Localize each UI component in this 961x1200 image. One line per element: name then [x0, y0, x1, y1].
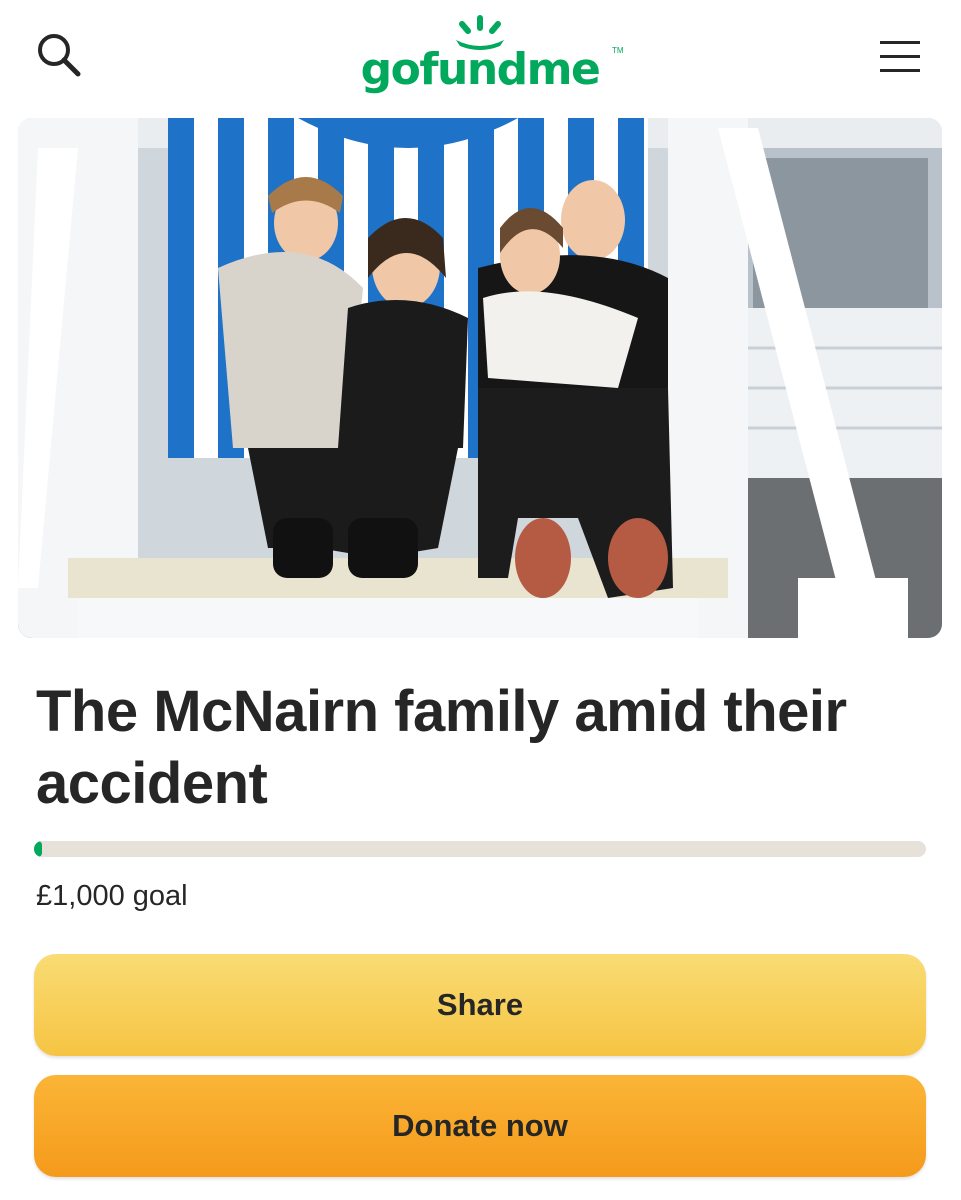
top-header: gofundme TM: [0, 0, 961, 112]
campaign-hero-image[interactable]: [18, 118, 942, 638]
donate-now-button[interactable]: Donate now: [34, 1075, 926, 1177]
share-button[interactable]: Share: [34, 954, 926, 1056]
hamburger-menu-icon: [880, 41, 920, 72]
hero-photo: [18, 118, 942, 638]
search-button[interactable]: [34, 30, 86, 82]
gofundme-logo[interactable]: gofundme: [360, 14, 601, 104]
share-button-label: Share: [436, 987, 524, 1022]
menu-button[interactable]: [876, 36, 926, 76]
progress-bar-fill: [34, 841, 42, 857]
donation-progress-bar: [34, 841, 926, 857]
trademark-mark: TM: [612, 46, 624, 55]
donate-button-label: Donate now: [392, 1108, 568, 1143]
search-icon: [38, 34, 81, 77]
logo-wordmark: gofundme: [360, 44, 601, 95]
fundraising-goal: £1,000 goal: [36, 880, 188, 912]
campaign-title: The McNairn family amid their accident: [36, 679, 847, 816]
